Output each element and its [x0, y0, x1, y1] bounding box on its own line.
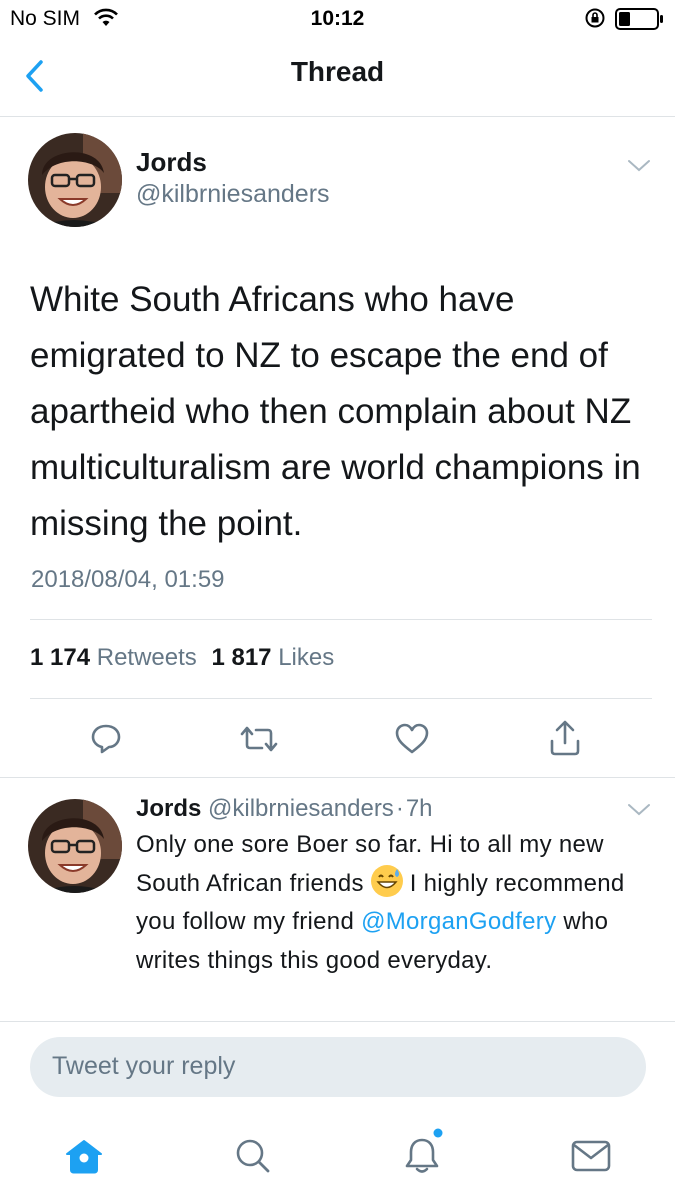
- chevron-down-icon: [628, 160, 650, 172]
- battery-icon: [615, 8, 665, 35]
- home-icon: [66, 1140, 102, 1174]
- likes-stat[interactable]: 1 817 Likes: [211, 644, 334, 671]
- search-icon: [236, 1139, 270, 1173]
- tweet-text: White South Africans who have emigrated …: [30, 280, 641, 543]
- retweets-count: 1 174: [30, 644, 91, 671]
- retweets-stat[interactable]: 1 174 Retweets: [30, 644, 203, 671]
- author-handle[interactable]: @kilbrniesanders: [136, 180, 330, 209]
- bell-icon: [405, 1128, 443, 1173]
- tab-notifications[interactable]: [402, 1128, 446, 1176]
- retweets-label: Retweets: [96, 644, 197, 671]
- reply-author-handle[interactable]: @kilbrniesanders: [208, 795, 394, 822]
- avatar[interactable]: [28, 133, 122, 227]
- reply-button[interactable]: [88, 720, 124, 756]
- tab-search[interactable]: [233, 1136, 273, 1176]
- retweet-icon: [240, 726, 278, 752]
- mail-icon: [571, 1140, 611, 1172]
- reply-icon: [91, 724, 121, 754]
- page-title: Thread: [290, 56, 385, 87]
- like-button[interactable]: [393, 721, 431, 757]
- tweet-stats: 1 174 Retweets 1 817 Likes: [30, 644, 334, 672]
- mention-link[interactable]: @MorganGodfery: [361, 908, 556, 935]
- grinning-sweat-emoji-icon: [370, 864, 403, 897]
- likes-count: 1 817: [211, 644, 272, 671]
- share-icon: [550, 720, 580, 756]
- chevron-down-icon: [628, 804, 650, 816]
- stats-top-divider: [30, 619, 652, 620]
- clock: 10:12: [310, 7, 365, 30]
- author-name[interactable]: Jords: [136, 147, 207, 178]
- status-bar: No SIM 10:12: [0, 0, 675, 40]
- orientation-lock-icon: [584, 7, 606, 34]
- reply-avatar[interactable]: [28, 799, 122, 893]
- reply-options-button[interactable]: [624, 800, 654, 820]
- actions-divider: [0, 777, 675, 778]
- tab-messages[interactable]: [570, 1138, 612, 1174]
- reply-text: Only one sore Boer so far. Hi to all my …: [136, 826, 656, 980]
- share-button[interactable]: [547, 718, 583, 758]
- heart-icon: [395, 723, 429, 754]
- reply-header: Jords @kilbrniesanders·7h: [136, 795, 433, 823]
- nav-divider: [0, 116, 675, 117]
- reply-age: 7h: [405, 795, 433, 822]
- tweet-options-button[interactable]: [624, 156, 654, 176]
- reply-placeholder: Tweet your reply: [52, 1052, 236, 1080]
- composer-divider: [0, 1021, 675, 1022]
- tweet-timestamp: 2018/08/04, 01:59: [31, 566, 225, 593]
- stats-bottom-divider: [30, 698, 652, 699]
- reply-composer[interactable]: Tweet your reply: [30, 1037, 646, 1097]
- retweet-button[interactable]: [238, 721, 280, 757]
- reply-author-name[interactable]: Jords: [136, 795, 201, 822]
- tab-home[interactable]: [62, 1136, 106, 1176]
- likes-label: Likes: [278, 644, 335, 671]
- reply-separator: ·: [395, 795, 404, 822]
